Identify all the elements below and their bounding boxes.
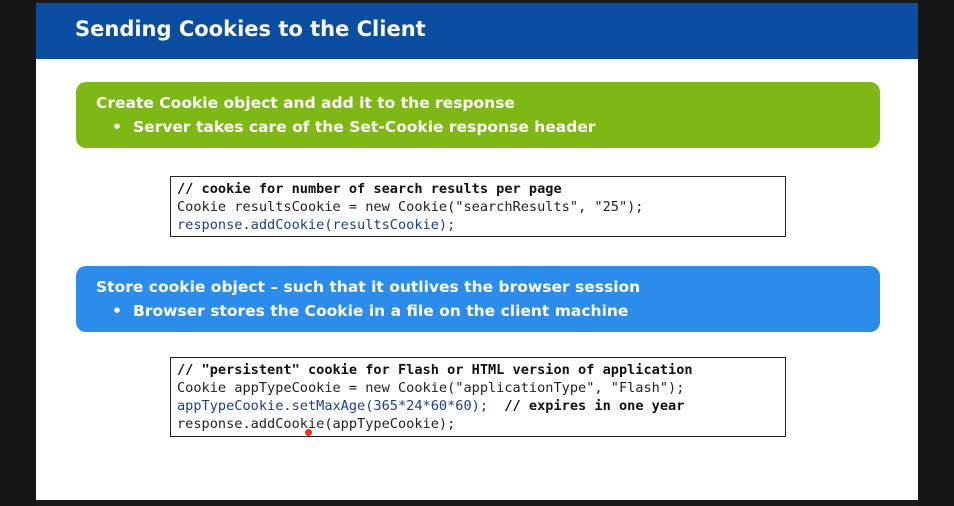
code-inline-comment: // expires in one year: [488, 398, 685, 414]
presentation-slide: Sending Cookies to the Client Create Coo…: [36, 3, 918, 500]
window-frame-right: [918, 0, 954, 506]
code-statement: appTypeCookie.setMaxAge(365*24*60*60);: [177, 398, 488, 414]
bullet-icon: •: [112, 302, 122, 320]
code-line-with-comment: appTypeCookie.setMaxAge(365*24*60*60); /…: [177, 397, 785, 415]
slide-title: Sending Cookies to the Client: [75, 17, 426, 41]
callout-bullet-text: Browser stores the Cookie in a file on t…: [133, 302, 629, 320]
callout-bullet-text: Server takes care of the Set-Cookie resp…: [133, 118, 596, 136]
code-line: response.addCookie(appTypeCookie);: [177, 416, 456, 432]
title-bar: Sending Cookies to the Client: [36, 3, 918, 59]
callout-store-cookie: Store cookie object – such that it outli…: [76, 266, 880, 332]
callout-heading: Store cookie object – such that it outli…: [96, 278, 641, 296]
code-line: Cookie appTypeCookie = new Cookie("appli…: [177, 380, 685, 396]
callout-create-cookie: Create Cookie object and add it to the r…: [76, 82, 880, 148]
code-line: Cookie resultsCookie = new Cookie("searc…: [177, 199, 644, 215]
code-comment: // "persistent" cookie for Flash or HTML…: [177, 362, 693, 378]
laser-pointer-icon: [305, 429, 312, 436]
code-block-results-cookie: // cookie for number of search results p…: [170, 176, 786, 237]
code-line: response.addCookie(resultsCookie);: [177, 217, 456, 233]
bullet-icon: •: [112, 118, 122, 136]
code-block-persistent-cookie: // "persistent" cookie for Flash or HTML…: [170, 357, 786, 437]
window-frame-left: [0, 0, 36, 506]
callout-heading: Create Cookie object and add it to the r…: [96, 94, 515, 112]
code-comment: // cookie for number of search results p…: [177, 181, 562, 197]
